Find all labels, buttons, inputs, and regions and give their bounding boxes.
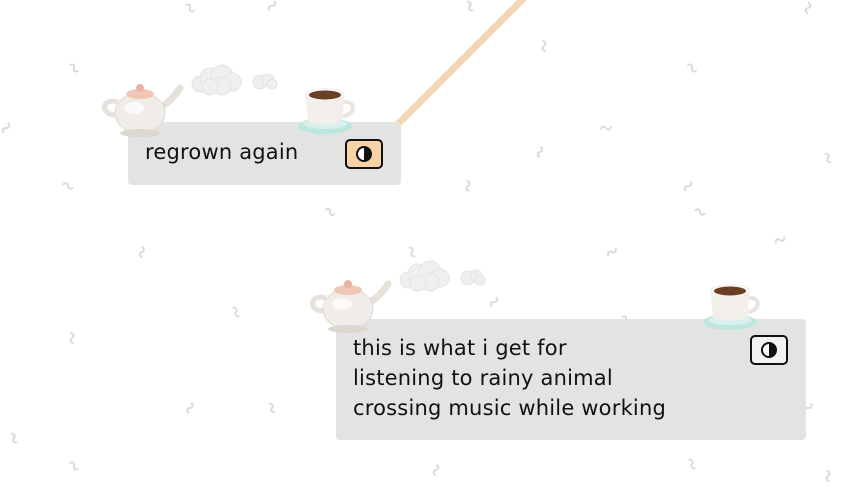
teapot-icon bbox=[310, 280, 392, 333]
dark-mode-toggle[interactable] bbox=[750, 335, 788, 365]
coffee-cup-icon bbox=[703, 284, 760, 330]
contrast-icon bbox=[356, 146, 372, 162]
note-card: this is what i get for listening to rain… bbox=[336, 319, 806, 440]
teapot-icon bbox=[102, 84, 184, 137]
dark-mode-toggle[interactable] bbox=[345, 139, 383, 169]
coffee-cup-icon bbox=[298, 88, 355, 134]
contrast-icon bbox=[761, 342, 777, 358]
steam-cloud-icon bbox=[399, 260, 486, 292]
note-text: this is what i get for listening to rain… bbox=[353, 336, 667, 420]
steam-cloud-icon bbox=[191, 64, 278, 96]
note-text: regrown again bbox=[145, 140, 299, 164]
